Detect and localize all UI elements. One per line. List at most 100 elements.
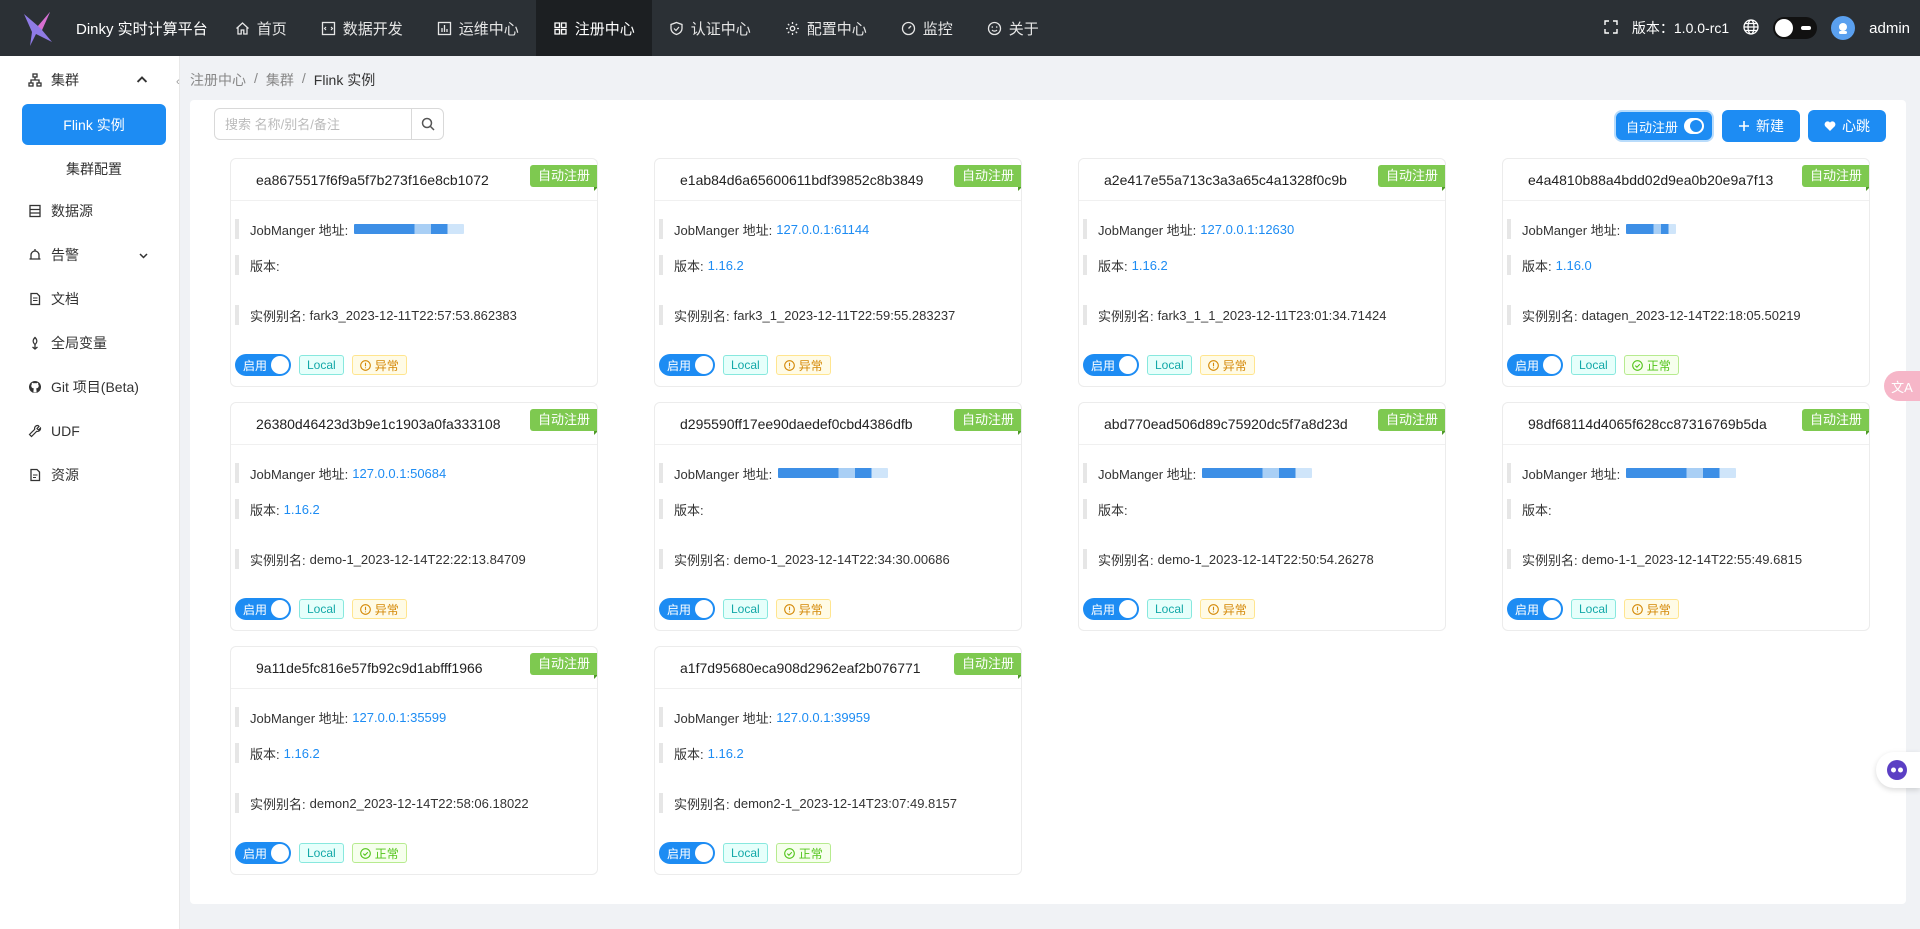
robot-icon	[1887, 760, 1907, 780]
status-tag: 正常	[775, 843, 831, 863]
sidebar-items: 数据源告警文档 全局变量 Git 项目(Beta) UDF 资源	[0, 189, 179, 497]
heartbeat-button[interactable]: 心跳	[1808, 110, 1886, 142]
top-bar: Dinky 实时计算平台 首页 数据开发 运维中心 注册中心 认证中心 配置中心 监控 关于 …	[0, 0, 1920, 56]
sidebar-item-0[interactable]: 数据源	[0, 189, 179, 233]
jobmanager-address[interactable]: 127.0.0.1:50684	[352, 466, 446, 481]
instance-card[interactable]: a1f7d95680eca908d2962eaf2b076771 自动注册 JobM…	[654, 646, 1022, 875]
exclamation-circle-icon	[783, 603, 795, 615]
check-circle-icon	[783, 847, 795, 859]
search-button[interactable]	[411, 109, 443, 139]
nav-item-0[interactable]: 首页	[218, 0, 304, 56]
alias-row: 实例别名: demo-1_2023-12-14T22:50:54.26278	[1083, 549, 1439, 569]
user-name[interactable]: admin	[1869, 20, 1910, 37]
sidebar-item-2[interactable]: 文档	[0, 277, 179, 321]
sidebar-item-label: Git 项目(Beta)	[51, 379, 139, 395]
breadcrumb-registry[interactable]: 注册中心	[190, 70, 246, 90]
instance-card[interactable]: d295590ff17ee90daedef0cbd4386dfb 自动注册 JobM…	[654, 402, 1022, 631]
main-panel: 自动注册 新建 心跳 ea8675517f6f9a5f7b273f16e8cb1…	[190, 100, 1906, 904]
enable-switch[interactable]: 启用	[659, 354, 715, 376]
nav-item-1[interactable]: 数据开发	[304, 0, 420, 56]
sidebar-group-cluster[interactable]: 集群	[0, 58, 179, 102]
nav-item-7[interactable]: 关于	[970, 0, 1056, 56]
sidebar-item-5[interactable]: UDF	[0, 409, 179, 453]
sidebar-item-3[interactable]: 全局变量	[0, 321, 179, 365]
settings-icon	[785, 21, 799, 35]
status-tag: 异常	[351, 355, 407, 375]
enable-switch-label: 启用	[243, 358, 268, 373]
instance-card[interactable]: 98df68114d4065f628cc87316769b5da 自动注册 JobM…	[1502, 402, 1870, 631]
document-icon	[30, 292, 41, 306]
translate-float-button[interactable]: 文A	[1884, 371, 1920, 401]
theme-toggle[interactable]	[1773, 17, 1818, 39]
version-label: 版本:	[674, 502, 704, 518]
sidebar-item-flink-instance[interactable]: Flink 实例	[22, 104, 166, 145]
enable-switch[interactable]: 启用	[235, 842, 291, 864]
status-tag: 异常	[775, 355, 831, 375]
sidebar-item-6[interactable]: 资源	[0, 453, 179, 497]
version-value: 1.16.2	[1131, 257, 1168, 273]
enable-switch[interactable]: 启用	[659, 598, 715, 620]
enable-switch[interactable]: 启用	[1507, 354, 1563, 376]
sidebar-item-label: 告警	[51, 247, 79, 263]
status-tag: 正常	[1623, 355, 1679, 375]
nav-item-label: 注册中心	[574, 20, 635, 38]
instance-card[interactable]: e4a4810b88a4bdd02d9ea0b20e9a7f13 自动注册 JobM…	[1502, 158, 1870, 387]
status-text: 正常	[798, 846, 823, 861]
avatar[interactable]	[1831, 16, 1856, 40]
new-button[interactable]: 新建	[1722, 110, 1800, 142]
instance-card[interactable]: 26380d46423d3b9e1c1903a0fa333108 自动注册 JobM…	[230, 402, 598, 631]
enable-switch[interactable]: 启用	[235, 598, 291, 620]
enable-switch[interactable]: 启用	[235, 354, 291, 376]
jobmanager-address[interactable]: 127.0.0.1:61144	[776, 222, 869, 237]
enable-switch[interactable]: 启用	[1083, 598, 1139, 620]
jobmanager-row: JobManger 地址: 127.0.0.1:61144	[659, 219, 1015, 239]
dinky-logo[interactable]	[12, 0, 62, 56]
enable-switch[interactable]: 启用	[659, 842, 715, 864]
auto-register-toggle[interactable]: 自动注册	[1613, 110, 1714, 142]
sidebar-collapse-icon[interactable]: ‹	[176, 76, 188, 92]
shield-icon	[670, 21, 683, 35]
nav-item-3[interactable]: 注册中心	[535, 0, 652, 56]
status-text: 异常	[1222, 602, 1247, 617]
instance-card[interactable]: abd770ead506d89c75920dc5f7a8d23d 自动注册 JobM…	[1078, 402, 1446, 631]
toolbar-actions: 自动注册 新建 心跳	[1613, 110, 1886, 142]
alias-row: 实例别名: demo-1-1_2023-12-14T22:55:49.6815	[1507, 549, 1863, 569]
version-row: 版本: 1.16.0	[1507, 255, 1863, 275]
jobmanager-address[interactable]: 127.0.0.1:35599	[352, 710, 446, 725]
fullscreen-icon[interactable]	[1604, 19, 1618, 37]
enable-switch-label: 启用	[667, 846, 692, 861]
version-row: 版本: 1.16.2	[659, 255, 1015, 275]
status-tag: 异常	[1199, 599, 1255, 619]
enable-switch-label: 启用	[243, 602, 268, 617]
instance-card[interactable]: 9a11de5fc816e57fb92c9d1abfff1966 自动注册 JobM…	[230, 646, 598, 875]
check-circle-icon	[1631, 359, 1643, 371]
status-text: 异常	[798, 602, 823, 617]
nav-item-5[interactable]: 配置中心	[768, 0, 884, 56]
auto-register-badge: 自动注册	[1801, 409, 1869, 435]
enable-switch[interactable]: 启用	[1083, 354, 1139, 376]
breadcrumb-cluster[interactable]: 集群	[266, 70, 294, 90]
jobmanager-address[interactable]: 127.0.0.1:39959	[776, 710, 870, 725]
alias-label: 实例别名:	[1098, 308, 1154, 324]
instance-card[interactable]: a2e417e55a713c3a3a65c4a1328f0c9b 自动注册 JobM…	[1078, 158, 1446, 387]
language-icon[interactable]	[1743, 18, 1759, 38]
nav-item-2[interactable]: 运维中心	[420, 0, 536, 56]
jobmanager-address[interactable]: 127.0.0.1:12630	[1200, 222, 1294, 237]
instance-card[interactable]: e1ab84d6a65600611bdf39852c8b3849 自动注册 JobM…	[654, 158, 1022, 387]
instance-card[interactable]: ea8675517f6f9a5f7b273f16e8cb1072 自动注册 JobM…	[230, 158, 598, 387]
sidebar-item-1[interactable]: 告警	[0, 233, 179, 277]
nav-item-label: 认证中心	[690, 20, 751, 38]
type-tag: Local	[1147, 599, 1192, 619]
alias-value: demon2-1_2023-12-14T23:07:49.8157	[733, 795, 957, 811]
nav-item-4[interactable]: 认证中心	[652, 0, 768, 56]
status-text: 异常	[1646, 602, 1671, 617]
enable-switch[interactable]: 启用	[1507, 598, 1563, 620]
sidebar-item-cluster-config[interactable]: 集群配置	[22, 148, 166, 189]
sidebar-item-4[interactable]: Git 项目(Beta)	[0, 365, 179, 409]
exclamation-circle-icon	[359, 603, 371, 615]
enable-switch-label: 启用	[243, 846, 268, 861]
nav-item-6[interactable]: 监控	[884, 0, 970, 56]
assistant-float-button[interactable]	[1876, 752, 1920, 788]
status-text: 正常	[374, 846, 399, 861]
search-input[interactable]	[215, 109, 411, 139]
